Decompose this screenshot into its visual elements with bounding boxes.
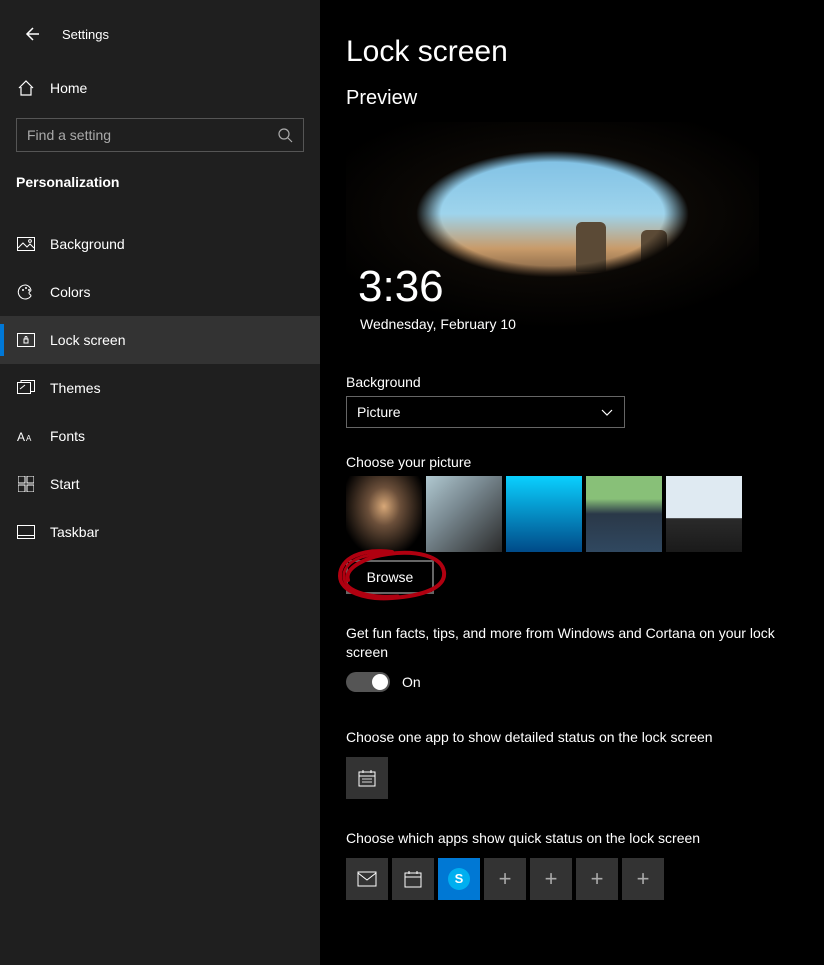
quick-status-app-skype[interactable]: S bbox=[438, 858, 480, 900]
toggle-state: On bbox=[402, 674, 421, 690]
dropdown-value: Picture bbox=[357, 404, 401, 420]
home-button[interactable]: Home bbox=[0, 68, 320, 108]
preview-time: 3:36 bbox=[358, 262, 444, 312]
detailed-status-app-button[interactable] bbox=[346, 757, 388, 799]
quick-status-add-button[interactable]: + bbox=[576, 858, 618, 900]
picture-thumbnail[interactable] bbox=[586, 476, 662, 552]
choose-picture-label: Choose your picture bbox=[346, 454, 824, 470]
preview-heading: Preview bbox=[346, 87, 824, 110]
quick-status-label: Choose which apps show quick status on t… bbox=[346, 829, 786, 848]
mail-icon bbox=[357, 871, 377, 887]
nav-item-colors[interactable]: Colors bbox=[0, 268, 320, 316]
picture-thumbnails bbox=[346, 476, 824, 552]
nav-label: Start bbox=[50, 476, 80, 492]
picture-thumbnail[interactable] bbox=[506, 476, 582, 552]
plus-icon: + bbox=[545, 866, 558, 892]
picture-icon bbox=[16, 234, 36, 254]
quick-status-add-button[interactable]: + bbox=[530, 858, 572, 900]
quick-status-add-button[interactable]: + bbox=[484, 858, 526, 900]
nav-item-taskbar[interactable]: Taskbar bbox=[0, 508, 320, 556]
funfacts-text: Get fun facts, tips, and more from Windo… bbox=[346, 624, 786, 662]
page-title: Lock screen bbox=[346, 35, 824, 69]
back-button[interactable] bbox=[20, 23, 42, 45]
background-label: Background bbox=[346, 374, 824, 390]
back-arrow-icon bbox=[22, 25, 40, 43]
plus-icon: + bbox=[637, 866, 650, 892]
nav-label: Fonts bbox=[50, 428, 85, 444]
nav-item-themes[interactable]: Themes bbox=[0, 364, 320, 412]
chevron-down-icon bbox=[600, 405, 614, 419]
calendar-icon bbox=[403, 869, 423, 889]
skype-icon: S bbox=[448, 868, 470, 890]
section-heading: Personalization bbox=[0, 174, 320, 190]
nav-label: Background bbox=[50, 236, 125, 252]
main-content: Lock screen Preview 3:36 Wednesday, Febr… bbox=[320, 0, 824, 965]
plus-icon: + bbox=[591, 866, 604, 892]
nav-item-background[interactable]: Background bbox=[0, 220, 320, 268]
calendar-icon bbox=[357, 768, 377, 788]
fonts-icon: AA bbox=[16, 426, 36, 446]
sidebar: Settings Home Find a setting Personaliza… bbox=[0, 0, 320, 965]
search-placeholder: Find a setting bbox=[27, 127, 111, 143]
nav-item-start[interactable]: Start bbox=[0, 460, 320, 508]
browse-button[interactable]: Browse bbox=[346, 560, 434, 594]
svg-text:A: A bbox=[26, 434, 32, 443]
lock-screen-icon bbox=[16, 330, 36, 350]
home-icon bbox=[16, 78, 36, 98]
svg-text:A: A bbox=[17, 430, 25, 444]
lock-screen-preview: 3:36 Wednesday, February 10 bbox=[346, 122, 759, 352]
detailed-status-label: Choose one app to show detailed status o… bbox=[346, 728, 786, 747]
start-icon bbox=[16, 474, 36, 494]
picture-thumbnail[interactable] bbox=[666, 476, 742, 552]
taskbar-icon bbox=[16, 522, 36, 542]
funfacts-toggle[interactable] bbox=[346, 672, 390, 692]
search-icon bbox=[277, 127, 293, 143]
picture-thumbnail[interactable] bbox=[346, 476, 422, 552]
background-dropdown[interactable]: Picture bbox=[346, 396, 625, 428]
nav-label: Taskbar bbox=[50, 524, 99, 540]
nav-label: Colors bbox=[50, 284, 90, 300]
window-title: Settings bbox=[62, 27, 109, 42]
nav-list: Background Colors Lock screen Themes AA … bbox=[0, 220, 320, 556]
plus-icon: + bbox=[499, 866, 512, 892]
palette-icon bbox=[16, 282, 36, 302]
home-label: Home bbox=[50, 80, 87, 96]
preview-date: Wednesday, February 10 bbox=[360, 316, 516, 332]
nav-item-fonts[interactable]: AA Fonts bbox=[0, 412, 320, 460]
quick-status-app-calendar[interactable] bbox=[392, 858, 434, 900]
quick-status-add-button[interactable]: + bbox=[622, 858, 664, 900]
quick-status-app-mail[interactable] bbox=[346, 858, 388, 900]
picture-thumbnail[interactable] bbox=[426, 476, 502, 552]
themes-icon bbox=[16, 378, 36, 398]
nav-label: Themes bbox=[50, 380, 101, 396]
nav-label: Lock screen bbox=[50, 332, 125, 348]
search-input[interactable]: Find a setting bbox=[16, 118, 304, 152]
nav-item-lock-screen[interactable]: Lock screen bbox=[0, 316, 320, 364]
